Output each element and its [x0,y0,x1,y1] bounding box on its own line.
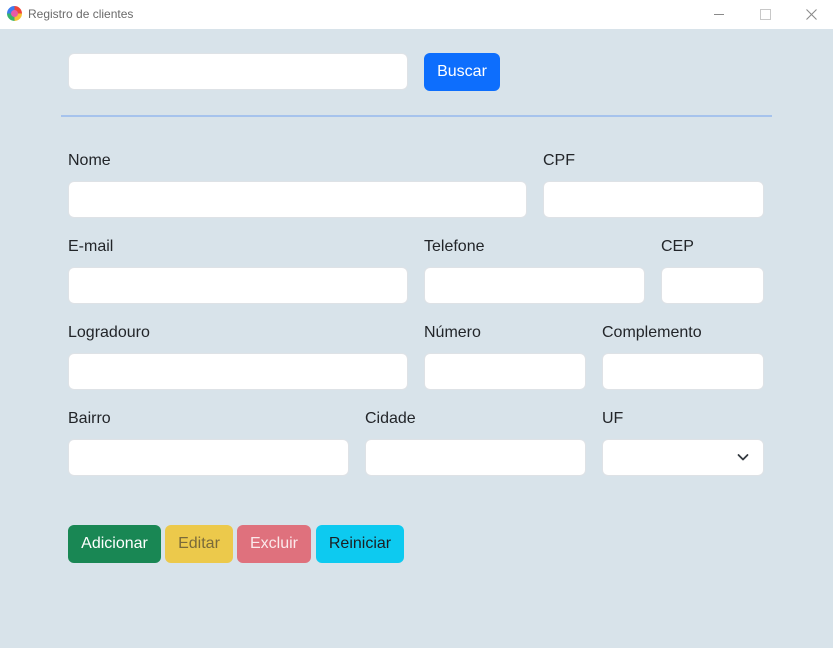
cep-input[interactable] [661,267,764,304]
complemento-input[interactable] [602,353,764,390]
bairro-input[interactable] [68,439,349,476]
bairro-label: Bairro [68,410,111,427]
email-label: E-mail [68,238,114,255]
telefone-input[interactable] [424,267,645,304]
minimize-button[interactable] [696,0,742,29]
close-button[interactable] [788,0,833,29]
cpf-input[interactable] [543,181,764,218]
minimize-icon [714,14,724,15]
cidade-input[interactable] [365,439,586,476]
uf-label: UF [602,410,624,427]
numero-label: Número [424,324,481,341]
nome-input[interactable] [68,181,527,218]
search-button[interactable]: Buscar [424,53,500,91]
numero-input[interactable] [424,353,586,390]
maximize-button[interactable] [742,0,788,29]
telefone-label: Telefone [424,238,485,255]
search-input[interactable] [68,53,408,90]
email-input[interactable] [68,267,408,304]
window-title: Registro de clientes [28,7,134,21]
cpf-label: CPF [543,152,575,169]
uf-select[interactable] [602,439,764,476]
logradouro-label: Logradouro [68,324,150,341]
logradouro-input[interactable] [68,353,408,390]
app-icon [7,6,22,21]
add-button[interactable]: Adicionar [68,525,161,563]
cidade-label: Cidade [365,410,416,427]
divider [61,115,772,117]
chevron-down-icon [737,454,749,461]
complemento-label: Complemento [602,324,702,341]
reset-button[interactable]: Reiniciar [316,525,404,563]
title-bar: Registro de clientes [0,0,833,29]
edit-button[interactable]: Editar [165,525,233,563]
maximize-icon [759,9,771,20]
nome-label: Nome [68,152,111,169]
cep-label: CEP [661,238,694,255]
close-icon [805,9,817,20]
delete-button[interactable]: Excluir [237,525,311,563]
